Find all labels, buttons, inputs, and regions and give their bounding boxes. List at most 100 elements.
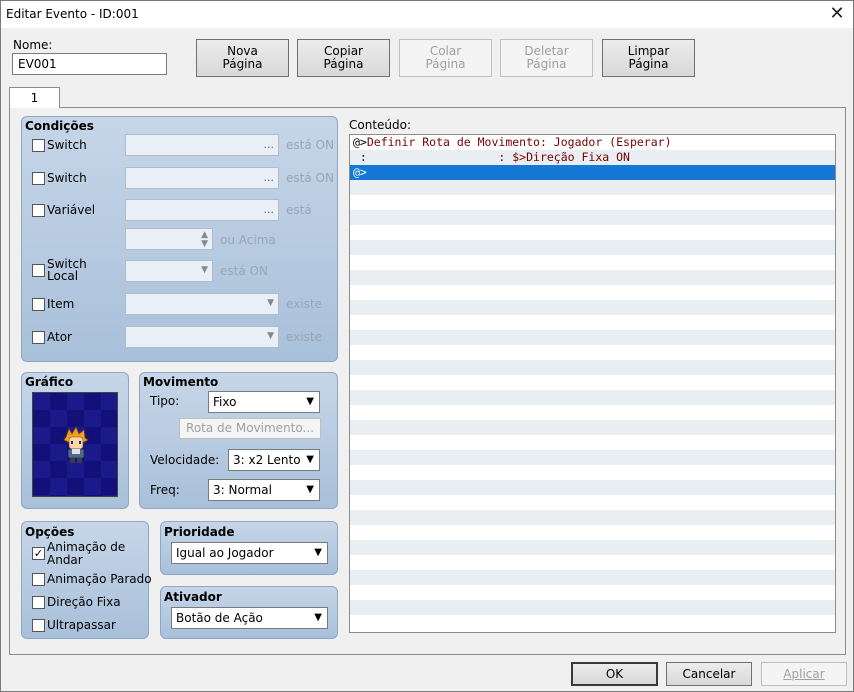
actor-label: Ator	[47, 330, 72, 344]
direction-fix-checkbox[interactable]	[32, 596, 45, 609]
delete-page-button[interactable]: Deletar Página	[500, 39, 593, 77]
command-row[interactable]: @>Definir Rota de Movimento: Jogador (Es…	[350, 135, 835, 150]
variable-checkbox[interactable]	[32, 204, 45, 217]
self-switch-label-2: Local	[47, 269, 79, 283]
empty-row[interactable]	[350, 600, 835, 615]
chevron-down-icon: ▼	[314, 612, 322, 623]
name-input[interactable]: EV001	[12, 53, 167, 75]
clear-page-label-2: Página	[628, 57, 669, 71]
empty-row[interactable]	[350, 585, 835, 600]
step-anim-label: Animação Parado	[47, 572, 152, 586]
empty-row[interactable]	[350, 360, 835, 375]
through-checkbox[interactable]	[32, 619, 45, 632]
command-list[interactable]: @>Definir Rota de Movimento: Jogador (Es…	[349, 134, 836, 633]
self-switch-select[interactable]: ▼	[125, 260, 213, 282]
empty-row[interactable]	[350, 225, 835, 240]
empty-row[interactable]	[350, 510, 835, 525]
empty-row[interactable]	[350, 285, 835, 300]
empty-row[interactable]	[350, 525, 835, 540]
command-row-selected[interactable]: @>	[350, 165, 835, 180]
empty-row[interactable]	[350, 180, 835, 195]
type-select[interactable]: Fixo ▼	[208, 391, 320, 413]
walk-anim-label: Animação de Andar	[47, 541, 125, 567]
chevron-down-icon: ▼	[306, 396, 314, 407]
paste-page-button[interactable]: Colar Página	[399, 39, 492, 77]
empty-row[interactable]	[350, 480, 835, 495]
chevron-down-icon: ▼	[306, 484, 314, 495]
empty-row[interactable]	[350, 615, 835, 630]
graphic-title: Gráfico	[25, 375, 74, 389]
command-text: Definir Rota de Movimento: Jogador (Espe…	[366, 135, 672, 149]
new-page-button[interactable]: Nova Página	[196, 39, 289, 77]
actor-select[interactable]: ▼	[125, 326, 279, 348]
empty-row[interactable]	[350, 540, 835, 555]
tab-page-1[interactable]: 1	[9, 87, 60, 108]
empty-row[interactable]	[350, 240, 835, 255]
speed-value: 3: x2 Lento	[233, 453, 301, 467]
trigger-select[interactable]: Botão de Ação ▼	[171, 607, 328, 629]
empty-row[interactable]	[350, 420, 835, 435]
empty-row[interactable]	[350, 315, 835, 330]
cancel-button[interactable]: Cancelar	[666, 662, 752, 686]
walk-anim-label-1: Animação de	[47, 540, 126, 554]
speed-select[interactable]: 3: x2 Lento ▼	[228, 449, 320, 471]
title-bar: Editar Evento - ID:001 ✕	[1, 1, 853, 28]
empty-row[interactable]	[350, 210, 835, 225]
freq-label: Freq:	[150, 483, 180, 497]
command-row[interactable]: : : $>Direção Fixa ON	[350, 150, 835, 165]
empty-row[interactable]	[350, 495, 835, 510]
clear-page-button[interactable]: Limpar Página	[602, 39, 695, 77]
type-label: Tipo:	[150, 394, 180, 408]
walk-anim-checkbox[interactable]: ✓	[32, 547, 45, 560]
step-anim-checkbox[interactable]	[32, 573, 45, 586]
command-prefix: @>	[353, 135, 367, 149]
empty-row[interactable]	[350, 345, 835, 360]
empty-row[interactable]	[350, 300, 835, 315]
empty-row[interactable]	[350, 330, 835, 345]
switch2-field[interactable]: ...	[125, 167, 279, 189]
empty-row[interactable]	[350, 195, 835, 210]
graphic-preview[interactable]	[32, 392, 118, 497]
empty-row[interactable]	[350, 555, 835, 570]
stepper-down-icon[interactable]: ▼	[201, 239, 208, 249]
empty-row[interactable]	[350, 255, 835, 270]
empty-row[interactable]	[350, 570, 835, 585]
empty-row[interactable]	[350, 405, 835, 420]
empty-row[interactable]	[350, 435, 835, 450]
variable-field[interactable]: ...	[125, 199, 279, 221]
variable-suffix-2: ou Acima	[220, 233, 276, 247]
through-label: Ultrapassar	[47, 618, 116, 632]
item-checkbox[interactable]	[32, 298, 45, 311]
window-title: Editar Evento - ID:001	[6, 7, 139, 21]
apply-button[interactable]: Aplicar	[761, 662, 847, 686]
copy-page-button[interactable]: Copiar Página	[297, 39, 390, 77]
paste-page-label-2: Página	[425, 57, 466, 71]
empty-row[interactable]	[350, 375, 835, 390]
variable-label: Variável	[47, 203, 96, 217]
priority-select[interactable]: Igual ao Jogador ▼	[171, 542, 328, 564]
switch1-dots: ...	[263, 138, 275, 151]
variable-value-stepper[interactable]: ▲ ▼	[125, 228, 213, 250]
chevron-down-icon: ▼	[267, 298, 274, 308]
actor-checkbox[interactable]	[32, 331, 45, 344]
close-icon[interactable]: ✕	[827, 3, 847, 25]
switch1-checkbox[interactable]	[32, 139, 45, 152]
event-editor-window: Editar Evento - ID:001 ✕ Nome: EV001 Nov…	[0, 0, 854, 692]
switch2-checkbox[interactable]	[32, 172, 45, 185]
self-switch-checkbox[interactable]	[32, 264, 45, 277]
conditions-title: Condições	[25, 119, 94, 133]
empty-row[interactable]	[350, 465, 835, 480]
freq-select[interactable]: 3: Normal ▼	[208, 479, 320, 501]
variable-dots: ...	[263, 203, 275, 216]
actor-suffix: existe	[286, 330, 322, 344]
move-route-button[interactable]: Rota de Movimento...	[179, 418, 321, 439]
priority-value: Igual ao Jogador	[176, 546, 274, 560]
trigger-title: Ativador	[164, 590, 222, 604]
item-suffix: existe	[286, 297, 322, 311]
switch1-field[interactable]: ...	[125, 134, 279, 156]
item-select[interactable]: ▼	[125, 293, 279, 315]
empty-row[interactable]	[350, 390, 835, 405]
ok-button[interactable]: OK	[571, 662, 658, 686]
empty-row[interactable]	[350, 270, 835, 285]
empty-row[interactable]	[350, 450, 835, 465]
